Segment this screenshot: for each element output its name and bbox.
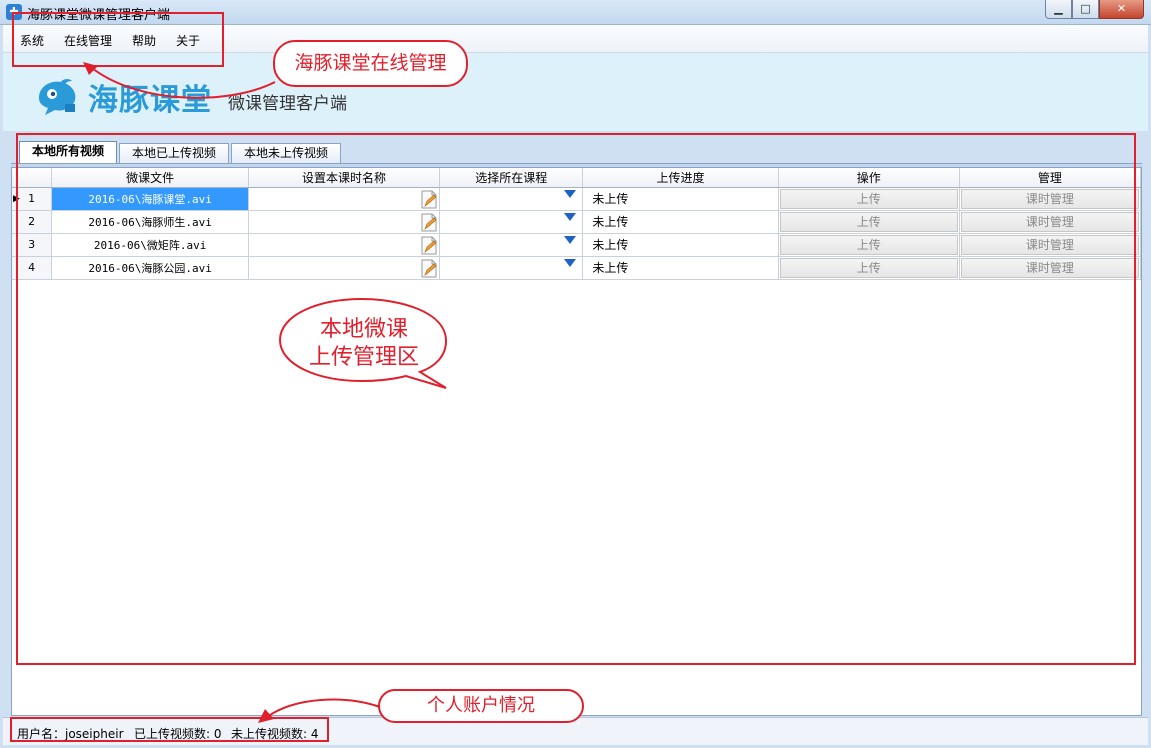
file-cell[interactable]: 2016-06\海豚公园.avi <box>51 256 249 280</box>
lesson-manage-button[interactable]: 课时管理 <box>960 188 1139 209</box>
action-cell: 上传 <box>778 210 960 234</box>
lesson-manage-button[interactable]: 课时管理 <box>960 211 1139 232</box>
grid-callout-line-2: 上传管理区 <box>308 345 419 370</box>
course-select-cell[interactable] <box>439 210 584 234</box>
tab-all-local-videos[interactable]: 本地所有视频 <box>19 141 118 163</box>
dropdown-arrow-icon[interactable] <box>564 258 577 267</box>
callout-arrow-icon <box>83 62 276 99</box>
video-grid: 微课文件 设置本课时名称 选择所在课程 上传进度 操作 管理 ▶ 1 2016-0… <box>11 167 1142 716</box>
action-cell: 上传 <box>778 233 960 257</box>
file-cell[interactable]: 2016-06\海豚师生.avi <box>51 210 249 234</box>
course-select-cell[interactable] <box>439 256 584 280</box>
main-panel: 本地所有视频 本地已上传视频 本地未上传视频 微课文件 设置本课时名称 选择所在… <box>3 131 1148 717</box>
lesson-name-cell[interactable] <box>248 256 441 280</box>
upload-progress-cell: 未上传 <box>582 210 779 234</box>
video-table: 微课文件 设置本课时名称 选择所在课程 上传进度 操作 管理 ▶ 1 2016-0… <box>12 168 1142 280</box>
manage-cell: 课时管理 <box>959 233 1142 257</box>
dropdown-arrow-icon[interactable] <box>564 212 577 221</box>
file-cell[interactable]: 2016-06\海豚课堂.avi <box>51 187 249 211</box>
title-bar: ✚ 海豚课堂微课管理客户端 ▁ □ ✕ <box>0 0 1151 25</box>
upload-progress-cell: 未上传 <box>582 233 779 257</box>
column-header-manage[interactable]: 管理 <box>959 168 1142 188</box>
lesson-name-cell[interactable] <box>248 233 441 257</box>
file-cell[interactable]: 2016-06\微矩阵.avi <box>51 233 249 257</box>
row-number-cell: 2 <box>12 210 53 234</box>
close-button[interactable]: ✕ <box>1099 0 1144 19</box>
menu-callout-bubble: 海豚课堂在线管理 <box>273 40 468 87</box>
edit-pencil-icon[interactable] <box>421 259 437 278</box>
upload-progress-cell: 未上传 <box>582 256 779 280</box>
status-not-uploaded-count: 未上传视频数: 4 <box>231 727 319 741</box>
tab-bar: 本地所有视频 本地已上传视频 本地未上传视频 <box>19 141 343 164</box>
status-username: 用户名：joseipheir <box>17 727 124 741</box>
manage-cell: 课时管理 <box>959 256 1142 280</box>
lesson-name-cell[interactable] <box>248 187 441 211</box>
upload-progress-cell: 未上传 <box>582 187 779 211</box>
column-header-lesson-name[interactable]: 设置本课时名称 <box>248 168 441 188</box>
action-cell: 上传 <box>778 256 960 280</box>
status-callout-bubble: 个人账户情况 <box>378 689 584 723</box>
row-number: 2 <box>28 215 36 228</box>
row-number: 4 <box>28 261 36 274</box>
manage-cell: 课时管理 <box>959 187 1142 211</box>
edit-pencil-icon[interactable] <box>421 213 437 232</box>
course-select-cell[interactable] <box>439 233 584 257</box>
status-uploaded-count: 已上传视频数: 0 <box>134 727 222 741</box>
row-number-cell: 4 <box>12 256 53 280</box>
row-number-cell: 3 <box>12 233 53 257</box>
manage-cell: 课时管理 <box>959 210 1142 234</box>
minimize-button[interactable]: ▁ <box>1045 0 1072 19</box>
menu-system[interactable]: 系统 <box>20 32 44 49</box>
column-header-file[interactable]: 微课文件 <box>51 168 249 188</box>
column-header-progress[interactable]: 上传进度 <box>582 168 779 188</box>
lesson-manage-button[interactable]: 课时管理 <box>960 257 1139 278</box>
table-row[interactable]: 4 2016-06\海豚公园.avi 未上传 上传 课时管理 <box>12 256 1142 280</box>
course-select-cell[interactable] <box>439 187 584 211</box>
menu-help[interactable]: 帮助 <box>132 32 156 49</box>
upload-button[interactable]: 上传 <box>779 188 958 209</box>
column-header-rownum <box>12 168 53 188</box>
menu-about[interactable]: 关于 <box>176 32 200 49</box>
maximize-button[interactable]: □ <box>1072 0 1099 19</box>
status-bar: 用户名：joseipheir 已上传视频数: 0 未上传视频数: 4 <box>3 717 1148 745</box>
row-number: 3 <box>28 238 36 251</box>
table-row[interactable]: 2 2016-06\海豚师生.avi 未上传 上传 课时管理 <box>12 210 1142 234</box>
menu-bar: 系统 在线管理 帮助 关于 <box>3 25 1148 53</box>
upload-button[interactable]: 上传 <box>779 211 958 232</box>
table-row[interactable]: 3 2016-06\微矩阵.avi 未上传 上传 课时管理 <box>12 233 1142 257</box>
tab-uploaded-videos[interactable]: 本地已上传视频 <box>119 143 230 163</box>
column-header-course[interactable]: 选择所在课程 <box>439 168 584 188</box>
grid-callout-line-1: 本地微课 <box>319 317 408 342</box>
lesson-name-cell[interactable] <box>248 210 441 234</box>
tab-not-uploaded-videos[interactable]: 本地未上传视频 <box>231 143 342 163</box>
dolphin-logo-icon <box>39 79 76 115</box>
row-number: 1 <box>28 192 36 205</box>
window-title: 海豚课堂微课管理客户端 <box>27 8 171 23</box>
dropdown-arrow-icon[interactable] <box>564 189 577 198</box>
menu-online-manage[interactable]: 在线管理 <box>64 32 112 49</box>
edit-pencil-icon[interactable] <box>421 190 437 209</box>
lesson-manage-button[interactable]: 课时管理 <box>960 234 1139 255</box>
current-row-pointer-icon: ▶ <box>13 193 20 204</box>
app-icon: ✚ <box>6 4 22 20</box>
upload-button[interactable]: 上传 <box>779 234 958 255</box>
row-number-cell: ▶ 1 <box>12 187 53 211</box>
upload-button[interactable]: 上传 <box>779 257 958 278</box>
column-header-action[interactable]: 操作 <box>778 168 960 188</box>
status-callout-arrow-icon <box>258 698 381 723</box>
table-header-row: 微课文件 设置本课时名称 选择所在课程 上传进度 操作 管理 <box>12 168 1142 188</box>
dropdown-arrow-icon[interactable] <box>564 235 577 244</box>
action-cell: 上传 <box>778 187 960 211</box>
window-controls: ▁ □ ✕ <box>1045 0 1144 19</box>
table-row[interactable]: ▶ 1 2016-06\海豚课堂.avi 未上传 上传 课时管理 <box>12 187 1142 211</box>
grid-callout-text: 本地微课 上传管理区 <box>290 316 438 372</box>
edit-pencil-icon[interactable] <box>421 236 437 255</box>
